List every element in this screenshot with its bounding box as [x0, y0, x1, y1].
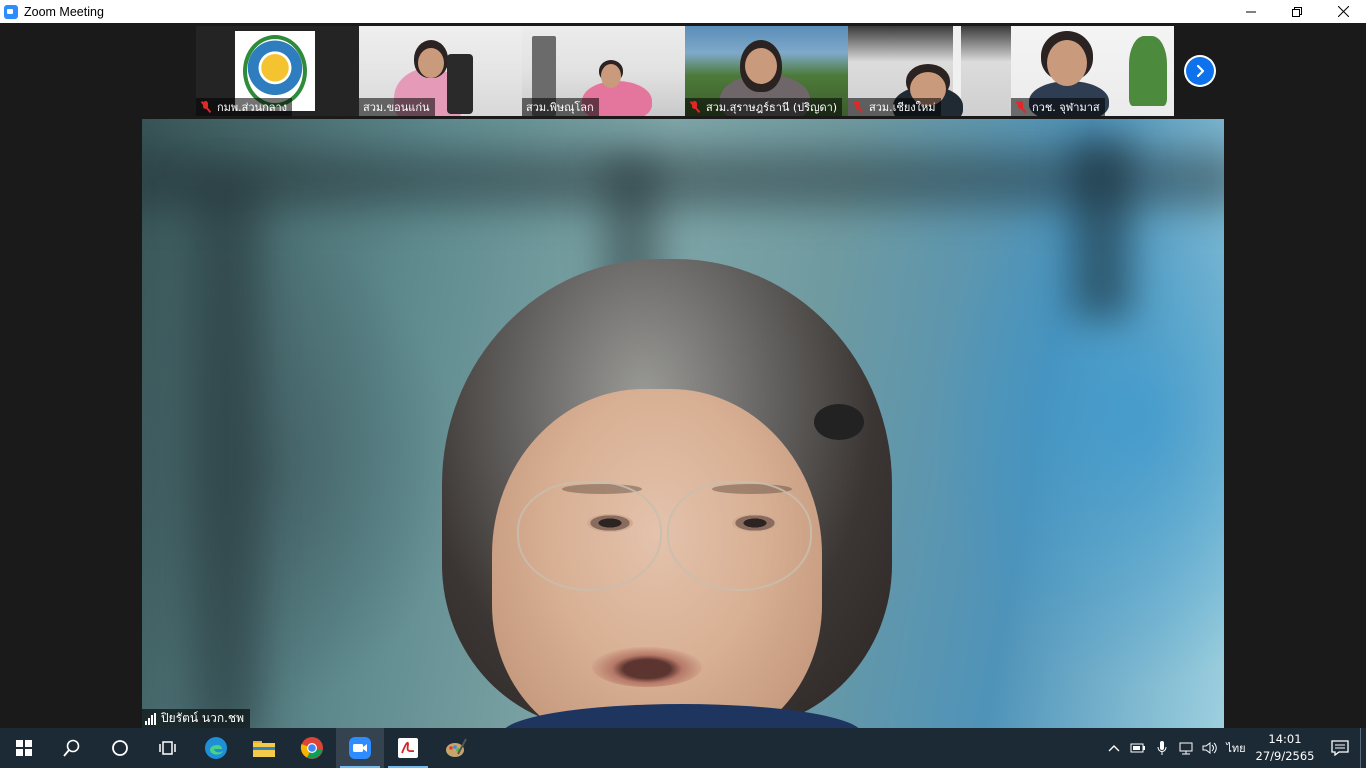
- chevron-right-icon: [1186, 57, 1214, 85]
- action-center-button[interactable]: [1320, 728, 1360, 768]
- gallery-strip: กมพ.ส่วนกลาง สวม.ขอนแก่น สวม.พิษณุโลก สว…: [196, 26, 1174, 116]
- search-icon: [63, 739, 80, 757]
- participant-namebar: สวม.พิษณุโลก: [522, 98, 599, 116]
- participant-namebar: สวม.ขอนแก่น: [359, 98, 435, 116]
- edge-icon: [205, 737, 227, 759]
- participant-name: สวม.พิษณุโลก: [526, 101, 594, 114]
- window-title: Zoom Meeting: [24, 4, 104, 19]
- muted-mic-icon: [1015, 101, 1026, 113]
- participant-name: กมพ.ส่วนกลาง: [217, 101, 288, 114]
- hair-clip: [814, 404, 864, 440]
- battery-icon: [1130, 743, 1145, 753]
- notification-icon: [1331, 740, 1349, 756]
- volume-icon: [1202, 742, 1217, 754]
- network-button[interactable]: [1174, 728, 1198, 768]
- volume-button[interactable]: [1198, 728, 1222, 768]
- minimize-button[interactable]: [1228, 0, 1274, 23]
- acrobat-button[interactable]: [384, 728, 432, 768]
- muted-mic-icon: [852, 101, 863, 113]
- system-tray: ไทย 14:01 27/9/2565: [1102, 728, 1366, 768]
- active-speaker-video: [142, 119, 1224, 728]
- signal-strength-icon: [145, 712, 156, 725]
- participant-name: สวม.ขอนแก่น: [363, 101, 430, 114]
- seal-icon: [243, 35, 307, 107]
- title-bar: Zoom Meeting: [0, 0, 1366, 23]
- chrome-icon: [300, 737, 323, 759]
- participant-namebar: กวช. จุฬามาส: [1011, 98, 1105, 116]
- meeting-area: กมพ.ส่วนกลาง สวม.ขอนแก่น สวม.พิษณุโลก สว…: [0, 23, 1366, 728]
- muted-mic-icon: [689, 101, 700, 113]
- window-controls: [1228, 0, 1366, 23]
- restore-button[interactable]: [1274, 0, 1320, 23]
- zoom-app-icon: [4, 4, 18, 19]
- search-button[interactable]: [48, 728, 96, 768]
- minimize-icon: [1246, 11, 1256, 12]
- close-button[interactable]: [1320, 0, 1366, 23]
- participant-tile[interactable]: สวม.ขอนแก่น: [359, 26, 522, 116]
- pdf-icon: [398, 738, 418, 758]
- participant-tile[interactable]: สวม.สุราษฎร์ธานี (ปริญดา): [685, 26, 848, 116]
- zoom-taskbar-button[interactable]: [336, 728, 384, 768]
- participant-name: สวม.เชียงใหม่: [869, 101, 936, 114]
- network-icon: [1179, 742, 1193, 755]
- active-speaker-name: ปิยรัตน์ นวก.ชพ: [161, 711, 244, 725]
- battery-button[interactable]: [1126, 728, 1150, 768]
- edge-button[interactable]: [192, 728, 240, 768]
- participant-namebar: สวม.สุราษฎร์ธานี (ปริญดา): [685, 98, 843, 116]
- clock-date: 27/9/2565: [1255, 749, 1315, 763]
- next-page-button[interactable]: [1184, 55, 1216, 87]
- plant-decoration: [1129, 36, 1167, 106]
- circle-icon: [112, 740, 128, 756]
- windows-taskbar: ไทย 14:01 27/9/2565: [0, 728, 1366, 768]
- participant-name: สวม.สุราษฎร์ธานี (ปริญดา): [706, 101, 838, 114]
- participant-namebar: สวม.เชียงใหม่: [848, 98, 941, 116]
- restore-icon: [1292, 6, 1302, 17]
- paint-icon: [446, 738, 467, 757]
- muted-mic-icon: [200, 101, 211, 113]
- participant-tile[interactable]: กมพ.ส่วนกลาง: [196, 26, 359, 116]
- file-explorer-button[interactable]: [240, 728, 288, 768]
- cortana-button[interactable]: [96, 728, 144, 768]
- glasses: [517, 481, 662, 591]
- chrome-button[interactable]: [288, 728, 336, 768]
- clock-time: 14:01: [1268, 732, 1302, 746]
- zoom-icon: [349, 737, 371, 759]
- microphone-button[interactable]: [1150, 728, 1174, 768]
- paint-button[interactable]: [432, 728, 480, 768]
- close-icon: [1337, 6, 1349, 17]
- folder-icon: [253, 741, 275, 757]
- participant-name: กวช. จุฬามาส: [1032, 101, 1100, 114]
- microphone-icon: [1157, 741, 1167, 755]
- participant-namebar: กมพ.ส่วนกลาง: [196, 98, 293, 116]
- windows-icon: [16, 740, 32, 756]
- show-desktop-button[interactable]: [1360, 728, 1366, 768]
- task-view-button[interactable]: [144, 728, 192, 768]
- participant-tile[interactable]: สวม.เชียงใหม่: [848, 26, 1011, 116]
- start-button[interactable]: [0, 728, 48, 768]
- input-language-button[interactable]: ไทย: [1222, 728, 1250, 768]
- chevron-up-icon: [1108, 745, 1120, 752]
- task-view-icon: [159, 741, 176, 755]
- participant-tile[interactable]: กวช. จุฬามาส: [1011, 26, 1174, 116]
- show-hidden-icons-button[interactable]: [1102, 728, 1126, 768]
- clock-button[interactable]: 14:01 27/9/2565: [1250, 731, 1320, 765]
- active-speaker-namebar: ปิยรัตน์ นวก.ชพ: [142, 709, 250, 728]
- participant-tile[interactable]: สวม.พิษณุโลก: [522, 26, 685, 116]
